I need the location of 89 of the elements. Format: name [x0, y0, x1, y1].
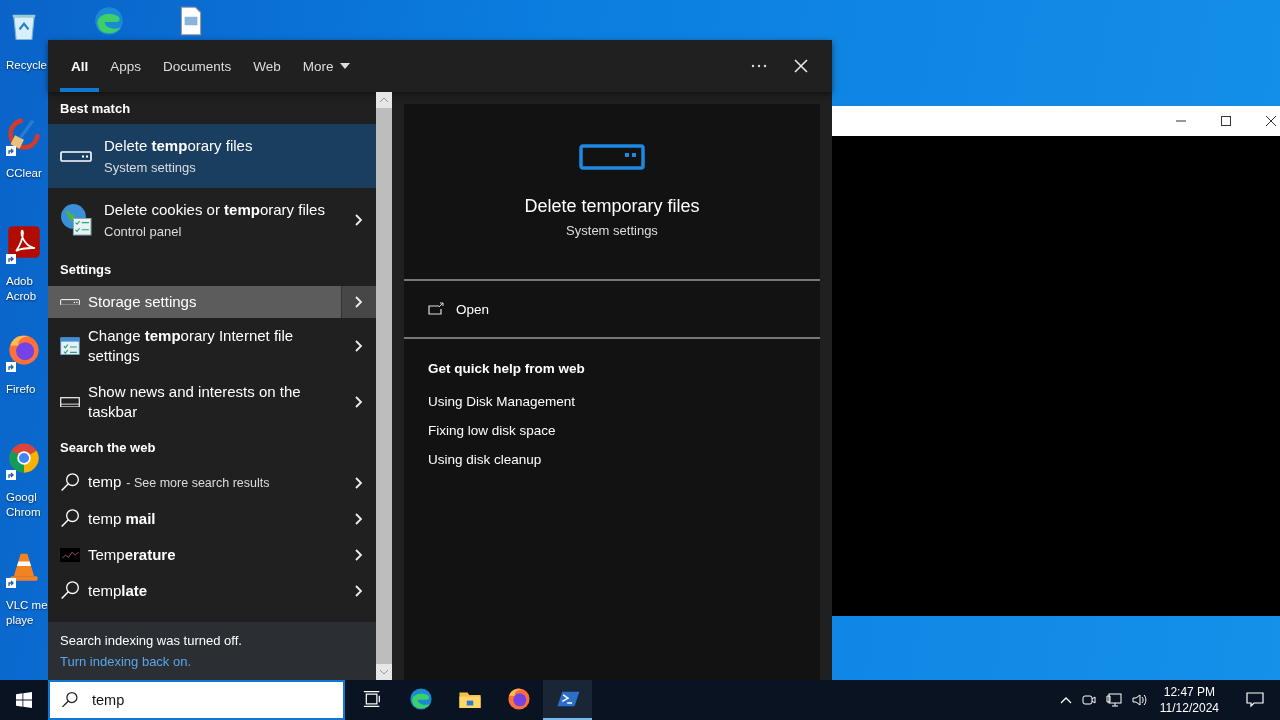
drive-icon: [60, 150, 92, 162]
close-icon[interactable]: [1265, 115, 1277, 127]
result-subtitle: Control panel: [104, 224, 183, 240]
search-icon: [60, 690, 80, 710]
help-link[interactable]: Fixing low disk space: [428, 423, 556, 438]
network-icon[interactable]: [1105, 692, 1122, 708]
chevron-icon: [355, 549, 363, 561]
clock[interactable]: 12:47 PM 11/12/2024: [1155, 684, 1223, 716]
result-subtitle: System settings: [104, 160, 197, 176]
camera-icon[interactable]: [1080, 692, 1097, 708]
desktop-icon-label[interactable]: playe: [6, 613, 34, 628]
section-heading: Search the web: [59, 438, 157, 457]
search-icon: [60, 581, 80, 601]
desktop-icon-label[interactable]: Acrob: [6, 289, 37, 304]
search-result[interactable]: Delete temporary files System settings: [48, 124, 376, 188]
tab[interactable]: All: [60, 40, 100, 92]
search-result[interactable]: template: [48, 573, 376, 609]
tab[interactable]: More: [291, 40, 361, 92]
search-result[interactable]: Change temporary Internet file settings: [48, 318, 376, 374]
browser-icon[interactable]: [6, 440, 42, 476]
desktop-icon-label[interactable]: Recycle: [6, 58, 47, 73]
expand-button[interactable]: [341, 286, 376, 318]
result-title: Delete cookies or temporary files: [104, 201, 325, 218]
indexing-notice: Search indexing was turned off.: [60, 633, 243, 648]
chevron-icon: [355, 296, 363, 308]
search-result[interactable]: temp mail: [48, 501, 376, 537]
result-title: Temperature: [88, 546, 176, 563]
result-title: Show news and interests on the taskbar: [88, 383, 301, 420]
search-result[interactable]: Show news and interests on the taskbar: [48, 374, 376, 430]
preview-subtitle: System settings: [566, 223, 658, 238]
monitor-icon: [60, 396, 80, 408]
close-icon: [794, 59, 808, 73]
notification-icon[interactable]: [1246, 692, 1264, 708]
browser-icon[interactable]: [92, 4, 126, 38]
open-button[interactable]: Open: [428, 301, 490, 317]
result-title: temp: [88, 473, 122, 490]
volume-icon[interactable]: [1130, 692, 1147, 708]
help-heading: Get quick help from web: [428, 361, 585, 376]
search-box[interactable]: temp: [48, 680, 345, 720]
search-icon: [60, 509, 80, 529]
desktop-icon-label[interactable]: Adob: [6, 274, 33, 289]
search-result[interactable]: Delete cookies or temporary files Control panel: [48, 188, 376, 252]
help-link[interactable]: Using Disk Management: [428, 394, 576, 409]
search-input[interactable]: temp: [90, 691, 294, 709]
maximize-icon[interactable]: [1220, 115, 1232, 127]
help-link[interactable]: Using disk cleanup: [428, 452, 542, 467]
globe-checklist-icon: [60, 203, 92, 237]
drive-icon: [579, 144, 645, 170]
search-result[interactable]: Storage settings: [48, 286, 376, 318]
desktop-icon-label[interactable]: VLC me: [6, 598, 48, 613]
result-note: - See more search results: [126, 476, 270, 490]
browser-icon: [407, 686, 434, 712]
desktop-icon-label[interactable]: Chrom: [6, 505, 41, 520]
chevron-icon: [355, 214, 363, 226]
desktop-icon-label[interactable]: CClear: [6, 166, 42, 181]
drive-icon: [60, 298, 80, 306]
indexing-link[interactable]: Turn indexing back on.: [60, 654, 376, 669]
desktop-icon-label[interactable]: Firefo: [6, 382, 36, 397]
chevron-icon: [355, 476, 363, 489]
preview-title: Delete temporary files: [524, 196, 700, 217]
pdf-app-icon[interactable]: [6, 224, 42, 260]
windows-logo-icon: [16, 692, 32, 708]
search-result[interactable]: temp - See more search results: [48, 464, 376, 501]
chart-thumbnail-icon: [60, 547, 80, 563]
more-icon: [751, 64, 767, 68]
chevron-icon: [355, 340, 363, 352]
chevron-icon: [355, 396, 363, 408]
browser-icon: [505, 686, 532, 712]
result-title: template: [88, 582, 148, 599]
tab[interactable]: Web: [242, 40, 292, 92]
open-external-icon: [428, 302, 444, 316]
result-title: Storage settings: [88, 293, 197, 310]
result-title: Delete temporary files: [104, 137, 253, 154]
browser-icon[interactable]: [6, 332, 42, 368]
chevron-icon: [355, 585, 363, 597]
chevron-up-icon[interactable]: [1059, 696, 1072, 704]
chevron-icon: [355, 513, 363, 525]
search-result[interactable]: Temperature: [48, 537, 376, 573]
result-title: Change temporary Internet file settings: [88, 327, 294, 364]
broom-icon[interactable]: [6, 116, 42, 152]
taskbar-app-button[interactable]: [543, 680, 592, 720]
checklist-icon: [60, 336, 80, 356]
section-heading: Settings: [59, 260, 113, 279]
tab[interactable]: Apps: [99, 40, 153, 92]
desktop-icon-label[interactable]: Googl: [6, 490, 37, 505]
tab[interactable]: Documents: [152, 40, 243, 92]
search-icon: [60, 472, 80, 493]
section-heading: Best match: [59, 99, 132, 118]
result-title: temp mail: [88, 510, 156, 527]
